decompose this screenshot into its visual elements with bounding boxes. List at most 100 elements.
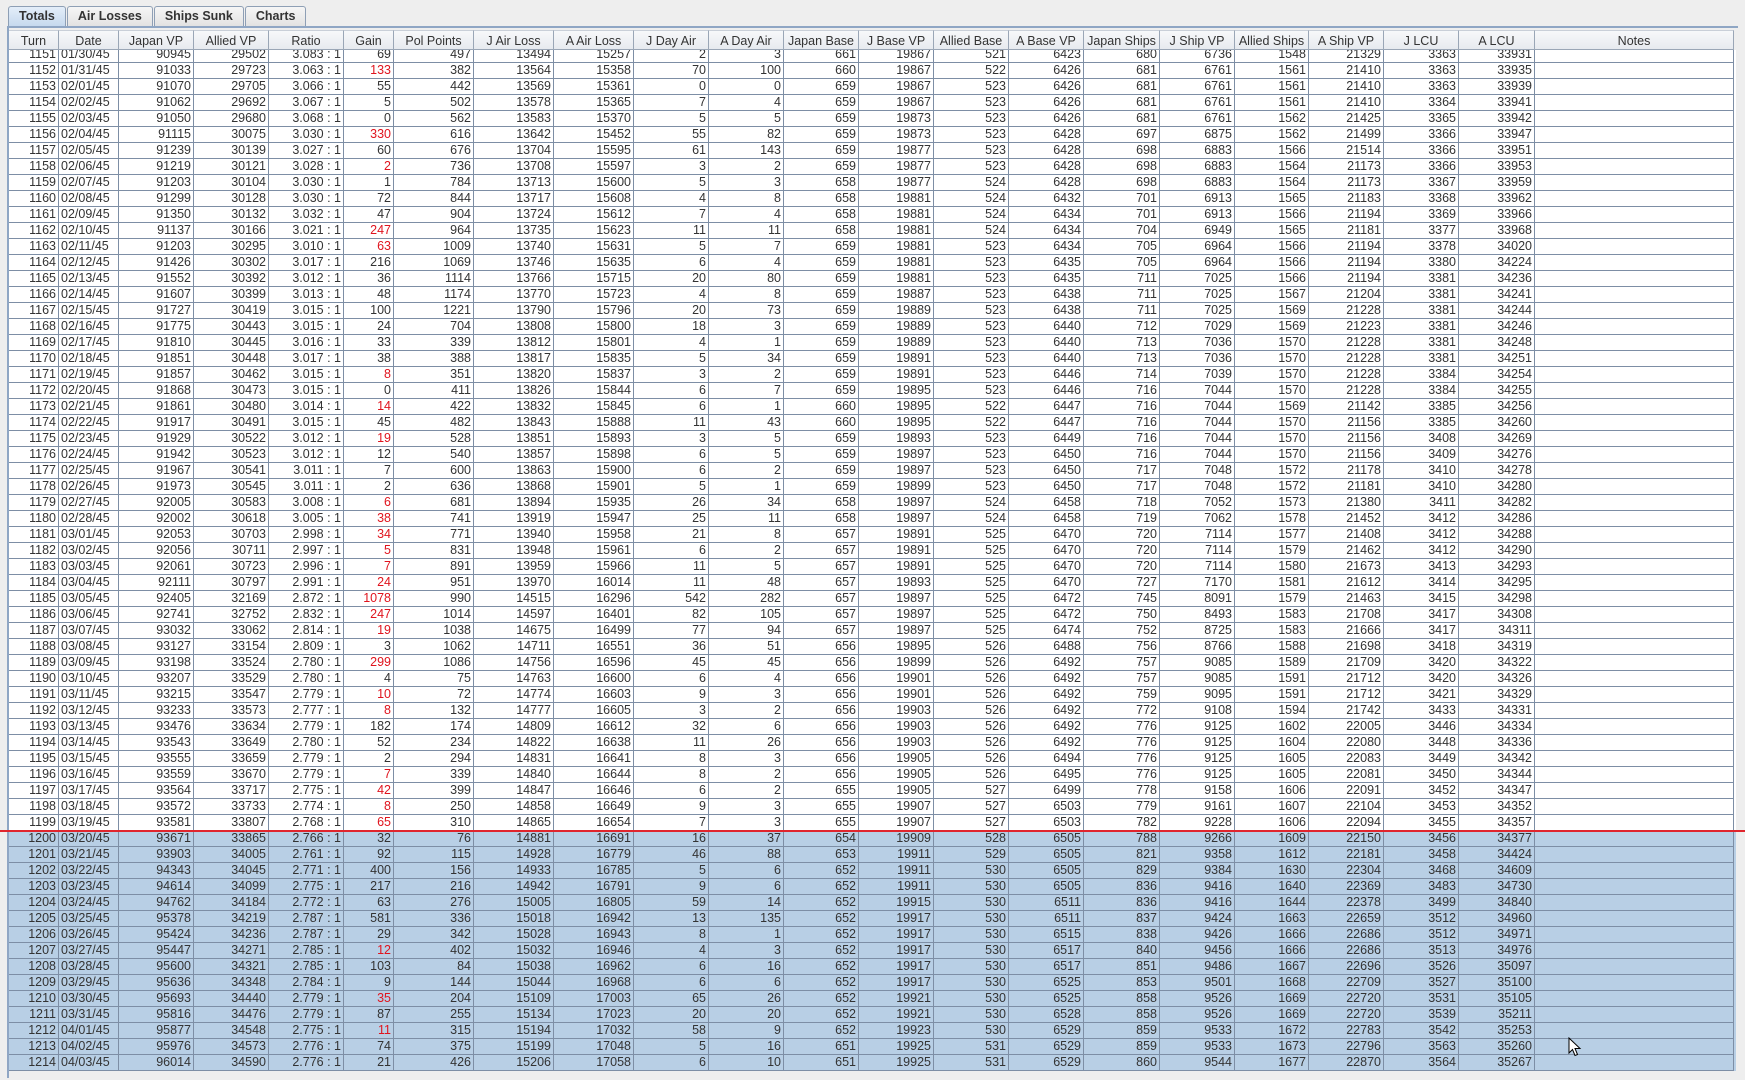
cell-notes[interactable] [1535,767,1734,783]
cell-notes[interactable] [1535,127,1734,143]
table-row[interactable]: 1188 03/08/45 93127 33154 2.809 : 1 3 1062 1471… [9,639,1736,655]
cell-notes[interactable] [1535,671,1734,687]
cell-notes[interactable] [1535,191,1734,207]
cell-notes[interactable] [1535,335,1734,351]
table-row[interactable]: 1199 03/19/45 93581 33807 2.768 : 1 65 310 1486… [9,815,1736,831]
cell-notes[interactable] [1535,959,1734,975]
table-row[interactable]: 1171 02/19/45 91857 30462 3.015 : 1 8 351 13820… [9,367,1736,383]
cell-notes[interactable] [1535,255,1734,271]
table-row[interactable]: 1197 03/17/45 93564 33717 2.775 : 1 42 399 1484… [9,783,1736,799]
cell-notes[interactable] [1535,511,1734,527]
table-row[interactable]: 1180 02/28/45 92002 30618 3.005 : 1 38 741 1391… [9,511,1736,527]
column-header-a-base-vp[interactable]: A Base VP [1009,30,1084,50]
column-header-j-lcu[interactable]: J LCU [1384,30,1459,50]
cell-notes[interactable] [1535,495,1734,511]
table-row[interactable]: 1151 01/30/45 90945 29502 3.083 : 1 69 497 1349… [9,50,1736,63]
table-row[interactable]: 1211 03/31/45 95816 34476 2.779 : 1 87 255 1513… [9,1007,1736,1023]
table-row[interactable]: 1165 02/13/45 91552 30392 3.012 : 1 36 1114 137… [9,271,1736,287]
cell-notes[interactable] [1535,655,1734,671]
table-row[interactable]: 1163 02/11/45 91203 30295 3.010 : 1 63 1009 137… [9,239,1736,255]
cell-notes[interactable] [1535,175,1734,191]
table-row[interactable]: 1185 03/05/45 92405 32169 2.872 : 1 1078 990 14… [9,591,1736,607]
table-row[interactable]: 1164 02/12/45 91426 30302 3.017 : 1 216 1069 13… [9,255,1736,271]
cell-notes[interactable] [1535,895,1734,911]
table-row[interactable]: 1212 04/01/45 95877 34548 2.775 : 1 11 315 1519… [9,1023,1736,1039]
cell-notes[interactable] [1535,559,1734,575]
table-row[interactable]: 1190 03/10/45 93207 33529 2.780 : 1 4 75 14763 1… [9,671,1736,687]
cell-notes[interactable] [1535,751,1734,767]
cell-notes[interactable] [1535,287,1734,303]
cell-notes[interactable] [1535,607,1734,623]
table-row[interactable]: 1177 02/25/45 91967 30541 3.011 : 1 7 600 13863… [9,463,1736,479]
table-row[interactable]: 1183 03/03/45 92061 30723 2.996 : 1 7 891 13959… [9,559,1736,575]
cell-notes[interactable] [1535,399,1734,415]
table-row[interactable]: 1207 03/27/45 95447 34271 2.785 : 1 12 402 1503… [9,943,1736,959]
table-row[interactable]: 1174 02/22/45 91917 30491 3.015 : 1 45 482 1384… [9,415,1736,431]
table-row[interactable]: 1184 03/04/45 92111 30797 2.991 : 1 24 951 1397… [9,575,1736,591]
table-row[interactable]: 1196 03/16/45 93559 33670 2.779 : 1 7 339 14840… [9,767,1736,783]
cell-notes[interactable] [1535,687,1734,703]
table-row[interactable]: 1208 03/28/45 95600 34321 2.785 : 1 103 84 1503… [9,959,1736,975]
cell-notes[interactable] [1535,431,1734,447]
table-body[interactable]: 1151 01/30/45 90945 29502 3.083 : 1 69 497 1349… [9,50,1736,1080]
table-row[interactable]: 1213 04/02/45 95976 34573 2.776 : 1 74 375 1519… [9,1039,1736,1055]
column-header-japan-vp[interactable]: Japan VP [119,30,194,50]
table-row[interactable]: 1156 02/04/45 91115 30075 3.030 : 1 330 616 136… [9,127,1736,143]
table-row[interactable]: 1158 02/06/45 91219 30121 3.028 : 1 2 736 13708… [9,159,1736,175]
cell-notes[interactable] [1535,799,1734,815]
cell-notes[interactable] [1535,543,1734,559]
cell-notes[interactable] [1535,575,1734,591]
table-row[interactable]: 1176 02/24/45 91942 30523 3.012 : 1 12 540 1385… [9,447,1736,463]
table-row[interactable]: 1161 02/09/45 91350 30132 3.032 : 1 47 904 1372… [9,207,1736,223]
column-header-j-air-loss[interactable]: J Air Loss [474,30,554,50]
column-header-allied-base[interactable]: Allied Base [934,30,1009,50]
column-header-date[interactable]: Date [59,30,119,50]
column-header-allied-ships[interactable]: Allied Ships [1235,30,1309,50]
cell-notes[interactable] [1535,863,1734,879]
table-row[interactable]: 1168 02/16/45 91775 30443 3.015 : 1 24 704 1380… [9,319,1736,335]
table-row[interactable]: 1209 03/29/45 95636 34348 2.784 : 1 9 144 15044… [9,975,1736,991]
cell-notes[interactable] [1535,879,1734,895]
table-row[interactable]: 1152 01/31/45 91033 29723 3.063 : 1 133 382 135… [9,63,1736,79]
cell-notes[interactable] [1535,111,1734,127]
table-row[interactable]: 1186 03/06/45 92741 32752 2.832 : 1 247 1014 14… [9,607,1736,623]
table-row[interactable]: 1175 02/23/45 91929 30522 3.012 : 1 19 528 1385… [9,431,1736,447]
column-header-a-ship-vp[interactable]: A Ship VP [1309,30,1384,50]
cell-notes[interactable] [1535,79,1734,95]
table-row[interactable]: 1172 02/20/45 91868 30473 3.015 : 1 0 411 13826… [9,383,1736,399]
cell-notes[interactable] [1535,911,1734,927]
column-header-pol-points[interactable]: Pol Points [394,30,474,50]
cell-notes[interactable] [1535,847,1734,863]
cell-notes[interactable] [1535,639,1734,655]
table-row[interactable]: 1159 02/07/45 91203 30104 3.030 : 1 1 784 13713… [9,175,1736,191]
table-row[interactable]: 1160 02/08/45 91299 30128 3.030 : 1 72 844 1371… [9,191,1736,207]
cell-notes[interactable] [1535,50,1734,63]
table-row[interactable]: 1166 02/14/45 91607 30399 3.013 : 1 48 1174 137… [9,287,1736,303]
table-row[interactable]: 1173 02/21/45 91861 30480 3.014 : 1 14 422 1383… [9,399,1736,415]
table-row[interactable]: 1189 03/09/45 93198 33524 2.780 : 1 299 1086 14… [9,655,1736,671]
table-row[interactable]: 1155 02/03/45 91050 29680 3.068 : 1 0 562 13583… [9,111,1736,127]
cell-notes[interactable] [1535,975,1734,991]
cell-notes[interactable] [1535,927,1734,943]
column-header-japan-ships[interactable]: Japan Ships [1084,30,1160,50]
table-row[interactable]: 1157 02/05/45 91239 30139 3.027 : 1 60 676 1370… [9,143,1736,159]
table-row[interactable]: 1153 02/01/45 91070 29705 3.066 : 1 55 442 1356… [9,79,1736,95]
cell-notes[interactable] [1535,383,1734,399]
cell-notes[interactable] [1535,415,1734,431]
table-row[interactable]: 1205 03/25/45 95378 34219 2.787 : 1 581 336 150… [9,911,1736,927]
cell-notes[interactable] [1535,319,1734,335]
cell-notes[interactable] [1535,943,1734,959]
cell-notes[interactable] [1535,991,1734,1007]
cell-notes[interactable] [1535,591,1734,607]
column-header-ratio[interactable]: Ratio [269,30,344,50]
cell-notes[interactable] [1535,783,1734,799]
cell-notes[interactable] [1535,239,1734,255]
cell-notes[interactable] [1535,447,1734,463]
table-row[interactable]: 1169 02/17/45 91810 30445 3.016 : 1 33 339 1381… [9,335,1736,351]
table-row[interactable]: 1203 03/23/45 94614 34099 2.775 : 1 217 216 149… [9,879,1736,895]
cell-notes[interactable] [1535,159,1734,175]
table-row[interactable]: 1192 03/12/45 93233 33573 2.777 : 1 8 132 14777… [9,703,1736,719]
cell-notes[interactable] [1535,271,1734,287]
cell-notes[interactable] [1535,703,1734,719]
table-row[interactable]: 1162 02/10/45 91137 30166 3.021 : 1 247 964 137… [9,223,1736,239]
